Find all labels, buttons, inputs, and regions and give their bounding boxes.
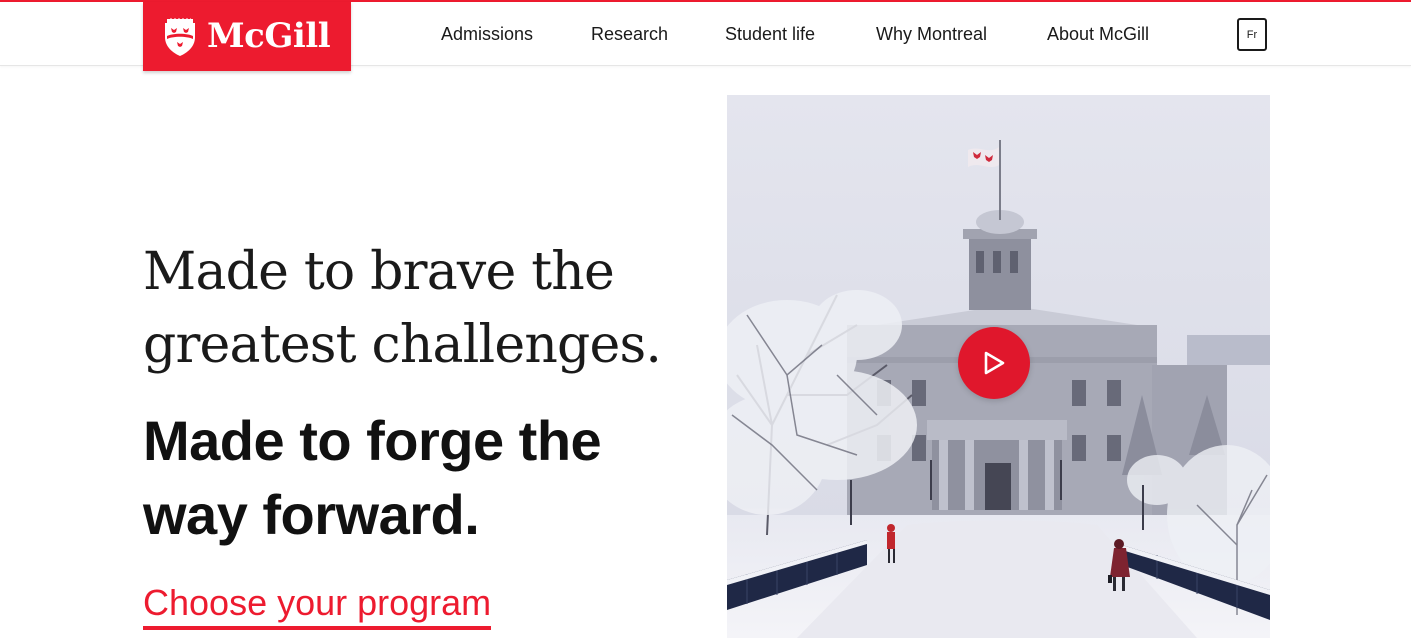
- play-video-button[interactable]: [958, 327, 1030, 399]
- nav-item-student-life[interactable]: Student life: [725, 23, 815, 45]
- hero-headline-bold: Made to forge the way forward.: [143, 409, 602, 546]
- nav-item-admissions[interactable]: Admissions: [441, 23, 533, 45]
- play-icon: [984, 351, 1005, 375]
- mcgill-logo[interactable]: McGill: [143, 2, 351, 71]
- nav-item-research[interactable]: Research: [591, 23, 668, 45]
- nav-item-why-montreal[interactable]: Why Montreal: [876, 23, 987, 45]
- nav-item-about-mcgill[interactable]: About McGill: [1047, 23, 1149, 45]
- choose-program-link[interactable]: Choose your program: [143, 582, 492, 630]
- hero-headline-serif: Made to brave the greatest challenges.: [143, 242, 662, 375]
- logo-wordmark: McGill: [207, 16, 331, 56]
- language-toggle-button[interactable]: Fr: [1237, 18, 1267, 51]
- site-header: McGill Admissions Research Student life …: [0, 2, 1411, 71]
- crest-icon: [165, 18, 195, 56]
